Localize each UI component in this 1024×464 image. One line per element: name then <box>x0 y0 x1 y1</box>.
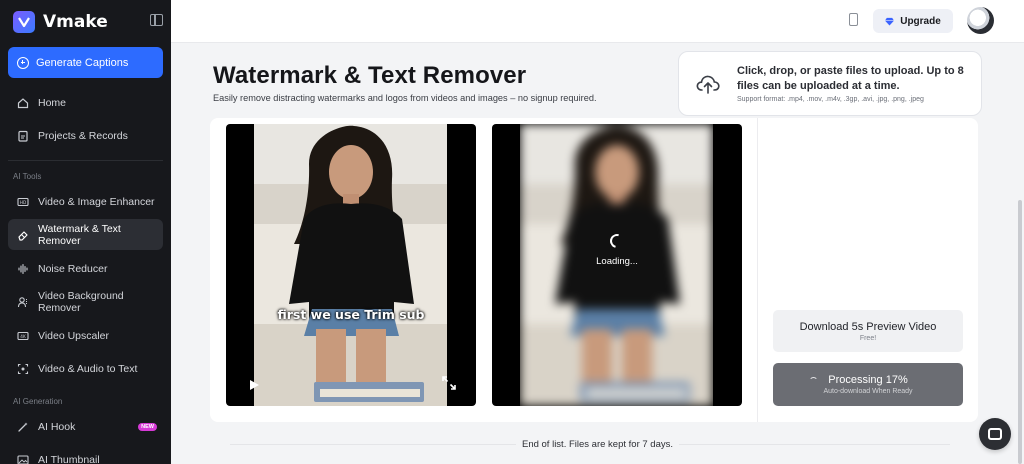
sidebar-item-label: Projects & Records <box>38 129 128 142</box>
new-badge: NEW <box>138 422 157 431</box>
loading-label: Loading... <box>596 255 638 267</box>
sidebar-item-watermark-remover[interactable]: Watermark & Text Remover <box>8 219 163 250</box>
svg-text:HD: HD <box>20 200 26 205</box>
sidebar-item-label: Watermark & Text Remover <box>38 222 121 247</box>
chat-support-button[interactable] <box>979 418 1011 450</box>
processing-label: Processing 17% <box>828 374 908 386</box>
sidebar-collapse-icon[interactable] <box>150 14 163 26</box>
page-scrollbar[interactable] <box>1018 200 1022 464</box>
sidebar-item-label: AI Hook <box>38 420 76 433</box>
clipboard-icon <box>18 130 28 142</box>
sidebar-item-label: AI Thumbnail <box>38 453 100 464</box>
hd-icon: HD <box>17 197 29 206</box>
upgrade-button[interactable]: Upgrade <box>873 9 953 33</box>
brand[interactable]: Vmake <box>13 11 108 33</box>
thumbnail-icon <box>17 454 29 464</box>
upload-dropzone[interactable]: Click, drop, or paste files to upload. U… <box>678 51 982 116</box>
gem-icon <box>885 17 895 26</box>
sidebar-item-audio-to-text[interactable]: Video & Audio to Text <box>8 353 163 384</box>
upload-instructions: Click, drop, or paste files to upload. U… <box>737 65 964 92</box>
original-video-preview[interactable]: first we use Trim sub <box>226 124 476 406</box>
user-avatar[interactable] <box>967 7 994 34</box>
sidebar-item-enhancer[interactable]: HD Video & Image Enhancer <box>8 186 163 217</box>
plus-circle-icon <box>17 56 29 69</box>
upgrade-label: Upgrade <box>900 15 941 27</box>
sidebar-item-ai-thumbnail[interactable]: AI Thumbnail <box>8 444 163 464</box>
eraser-icon <box>18 230 28 241</box>
download-preview-label: Download 5s Preview Video <box>799 321 937 333</box>
page-title: Watermark & Text Remover <box>213 62 527 89</box>
page-subtitle: Easily remove distracting watermarks and… <box>213 93 597 103</box>
sidebar-item-ai-hook[interactable]: AI Hook NEW <box>8 411 163 442</box>
sidebar-item-noise-reducer[interactable]: Noise Reducer <box>8 253 163 284</box>
sidebar-item-label: Video Background Remover <box>38 289 124 314</box>
download-preview-sublabel: Free! <box>859 335 877 342</box>
person-cutout-icon <box>17 296 27 307</box>
waveform-icon <box>18 263 28 274</box>
panel-divider <box>757 118 758 422</box>
result-card: first we use Trim sub Loading... Downloa… <box>210 118 978 422</box>
download-preview-button[interactable]: Download 5s Preview Video Free! <box>773 310 963 352</box>
magic-wand-icon <box>18 422 28 432</box>
sidebar-item-upscaler[interactable]: 4K Video Upscaler <box>8 320 163 351</box>
section-label-ai-tools: AI Tools <box>13 172 42 181</box>
sidebar-item-home[interactable]: Home <box>8 87 163 118</box>
sidebar-item-label: Video & Audio to Text <box>38 362 138 375</box>
supported-formats: Support format: .mp4, .mov, .m4v, .3gp, … <box>737 96 924 103</box>
svg-text:4K: 4K <box>20 334 26 339</box>
sidebar: Vmake Generate Captions Home Projects & … <box>0 0 171 464</box>
end-of-list-text: End of list. Files are kept for 7 days. <box>515 439 679 450</box>
end-of-list: End of list. Files are kept for 7 days. <box>171 439 1024 450</box>
vmake-logo-icon <box>13 11 35 33</box>
original-video-frame <box>254 124 447 406</box>
processing-button[interactable]: Processing 17% Auto-download When Ready <box>773 363 963 406</box>
play-icon[interactable] <box>248 379 260 391</box>
chat-icon <box>988 428 1002 440</box>
loading-overlay: Loading... <box>564 212 670 288</box>
top-bar: Upgrade <box>171 0 1024 43</box>
sidebar-item-background-remover[interactable]: Video Background Remover <box>8 286 163 317</box>
generate-captions-button[interactable]: Generate Captions <box>8 47 163 78</box>
processing-sublabel: Auto-download When Ready <box>823 388 913 395</box>
4k-icon: 4K <box>17 331 29 340</box>
sidebar-item-label: Video Upscaler <box>38 329 110 342</box>
mobile-device-icon[interactable] <box>849 13 858 26</box>
fullscreen-icon[interactable] <box>442 376 456 390</box>
cloud-upload-icon <box>696 75 720 94</box>
generate-captions-label: Generate Captions <box>36 56 129 69</box>
transcribe-icon <box>17 363 29 374</box>
processed-video-preview[interactable]: Loading... <box>492 124 742 406</box>
app-name: Vmake <box>43 12 108 32</box>
sidebar-item-projects[interactable]: Projects & Records <box>8 120 163 151</box>
video-caption-overlay: first we use Trim sub <box>277 307 425 322</box>
loading-spinner-icon <box>607 230 627 251</box>
sidebar-item-label: Video & Image Enhancer <box>38 195 155 208</box>
home-icon <box>17 97 29 108</box>
sidebar-divider <box>8 160 163 161</box>
sidebar-item-label: Noise Reducer <box>38 262 108 275</box>
section-label-ai-generation: AI Generation <box>13 397 63 406</box>
sidebar-item-label: Home <box>38 96 67 109</box>
processing-spinner-icon <box>809 377 818 386</box>
